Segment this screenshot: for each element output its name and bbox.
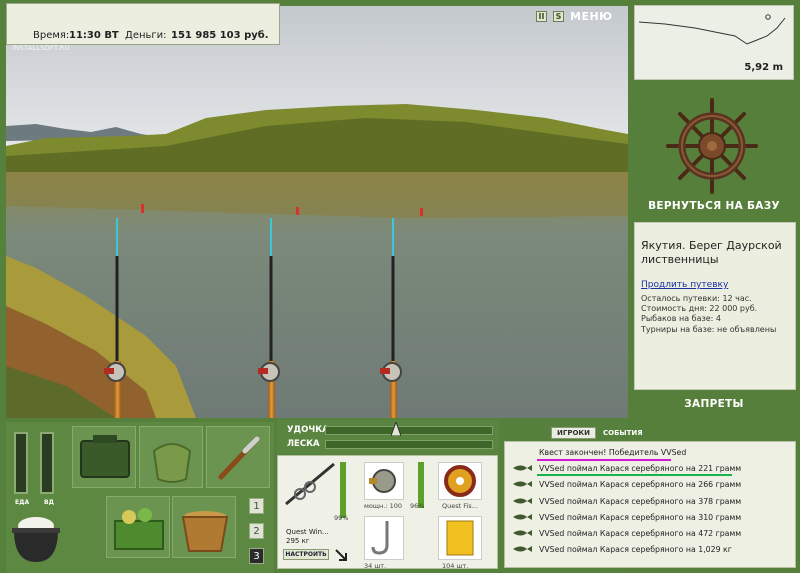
gear-status: УДОЧКА ЛЕСКА	[277, 420, 499, 454]
catch-entry: VVSed поймал Карася серебряного на 472 г…	[539, 529, 742, 538]
fish-icon	[513, 498, 532, 504]
hook-slot[interactable]	[364, 516, 404, 560]
chat-log[interactable]: Квест закончен! Победитель VVSed VVSed п…	[504, 441, 796, 568]
knife-icon	[218, 436, 260, 480]
catch-entry: VVSed поймал Карася серебряного на 266 г…	[539, 480, 742, 489]
sound-button[interactable]: S	[553, 10, 564, 22]
fish-icon	[513, 530, 532, 536]
bait-slot[interactable]	[438, 516, 482, 560]
pot-icon[interactable]	[10, 512, 62, 566]
return-to-base-button[interactable]: ВЕРНУТЬСЯ НА БАЗУ	[628, 200, 800, 212]
depth-map: 5,92 m	[634, 5, 794, 80]
tab-players[interactable]: ИГРОКИ	[551, 427, 596, 439]
reel-power: мощн.: 100	[364, 502, 402, 510]
rod-label: УДОЧКА	[287, 425, 329, 435]
quest-message: Квест закончен! Победитель VVSed	[539, 448, 687, 457]
menu-button[interactable]: МЕНЮ	[570, 10, 613, 23]
bag-slot[interactable]	[139, 426, 203, 488]
line-name: Quest Fis...	[442, 502, 478, 510]
location-title: Якутия. Берег Даурской лиственницы	[641, 239, 782, 266]
hook-icon	[371, 521, 389, 555]
line-tension-bar	[325, 440, 493, 449]
location-panel: Якутия. Берег Даурской лиственницы Продл…	[634, 222, 796, 390]
tournaments-status: Турниры на базе: не объявлены	[641, 325, 777, 334]
depth-value: 5,92 m	[744, 62, 783, 73]
rod-tension-bar	[325, 426, 493, 435]
watermark: INSTALLSOFT.RU	[12, 44, 70, 52]
reel-icon	[369, 469, 396, 493]
reel-percent: 96%	[410, 502, 425, 510]
money-label: Деньги:	[125, 30, 167, 41]
rod-condition-bar	[340, 462, 346, 518]
food-meter	[14, 432, 28, 494]
catch-entry: VVSed поймал Карася серебряного на 221 г…	[539, 464, 742, 473]
tackle-box-slot[interactable]	[72, 426, 136, 488]
tab-events[interactable]: СОБЫТИЯ	[600, 427, 646, 439]
tension-marker-icon	[391, 422, 401, 436]
chat-tabs: ИГРОКИ СОБЫТИЯ	[551, 427, 646, 439]
rod-icon[interactable]	[282, 460, 338, 508]
position-marker	[765, 14, 771, 20]
basket-icon	[114, 508, 164, 550]
fishers-count: Рыбаков на базе: 4	[641, 314, 721, 323]
time-label: Время:	[33, 30, 70, 41]
line-slot[interactable]	[438, 462, 482, 500]
bucket-slot[interactable]	[172, 496, 236, 558]
bait-count: 104 шт.	[442, 562, 469, 570]
tab-1[interactable]: 1	[249, 498, 264, 514]
ship-wheel-icon[interactable]	[664, 96, 760, 196]
food-label: ЕДА	[15, 499, 30, 506]
line-label: ЛЕСКА	[287, 439, 320, 449]
fish-icon	[513, 546, 532, 552]
vodka-meter	[40, 432, 54, 494]
money-value: 151 985 103 руб.	[171, 30, 269, 41]
fish-icon	[513, 465, 532, 471]
groundbait-basket-slot[interactable]	[106, 496, 170, 558]
hook-count: 34 шт.	[364, 562, 387, 570]
fishing-scene[interactable]	[6, 6, 628, 418]
day-cost: Стоимость дня: 22 000 руб.	[641, 304, 758, 313]
rod-percent: 99%	[334, 514, 349, 522]
extend-permit-link[interactable]: Продлить путевку	[641, 280, 728, 290]
tab-3[interactable]: 3	[249, 548, 264, 564]
line-spool-icon	[444, 465, 476, 497]
tab-2[interactable]: 2	[249, 523, 264, 539]
tune-button[interactable]: НАСТРОИТЬ	[283, 549, 329, 560]
permit-remaining: Осталось путевки: 12 час.	[641, 294, 752, 303]
scene-art	[6, 6, 628, 418]
pause-button[interactable]: II	[536, 10, 547, 22]
fish-icon	[513, 514, 532, 520]
bucket-icon	[181, 511, 229, 552]
bans-button[interactable]: ЗАПРЕТЫ	[628, 398, 800, 410]
top-controls: II S МЕНЮ	[536, 8, 613, 24]
time-value: 11:30 ВТ	[69, 30, 119, 41]
status-bar: Время: 11:30 ВТ Деньги: 151 985 103 руб.	[6, 3, 280, 45]
fish-icon	[513, 481, 532, 487]
catch-entry: VVSed поймал Карася серебряного на 378 г…	[539, 497, 742, 506]
rod-name: Quest Win...	[286, 528, 329, 536]
quest-underline	[537, 459, 671, 461]
reel-slot[interactable]	[364, 462, 404, 500]
catch-entry: VVSed поймал Карася серебряного на 310 г…	[539, 513, 742, 522]
tackle-box-icon	[80, 435, 130, 478]
gear-panel: 99% Quest Win... 295 кг НАСТРОИТЬ мощн.:…	[277, 455, 498, 570]
game-screen: Время: 11:30 ВТ Деньги: 151 985 103 руб.…	[0, 0, 800, 573]
rod-weight: 295 кг	[286, 537, 310, 545]
arrow-down-right-icon[interactable]	[334, 548, 348, 562]
catch-underline	[537, 474, 732, 476]
knife-slot[interactable]	[206, 426, 270, 488]
catch-entry: VVSed поймал Карася серебряного на 1,029…	[539, 545, 732, 554]
vodka-label: ВД	[44, 499, 54, 506]
bait-icon	[446, 520, 474, 556]
bag-icon	[152, 443, 192, 483]
